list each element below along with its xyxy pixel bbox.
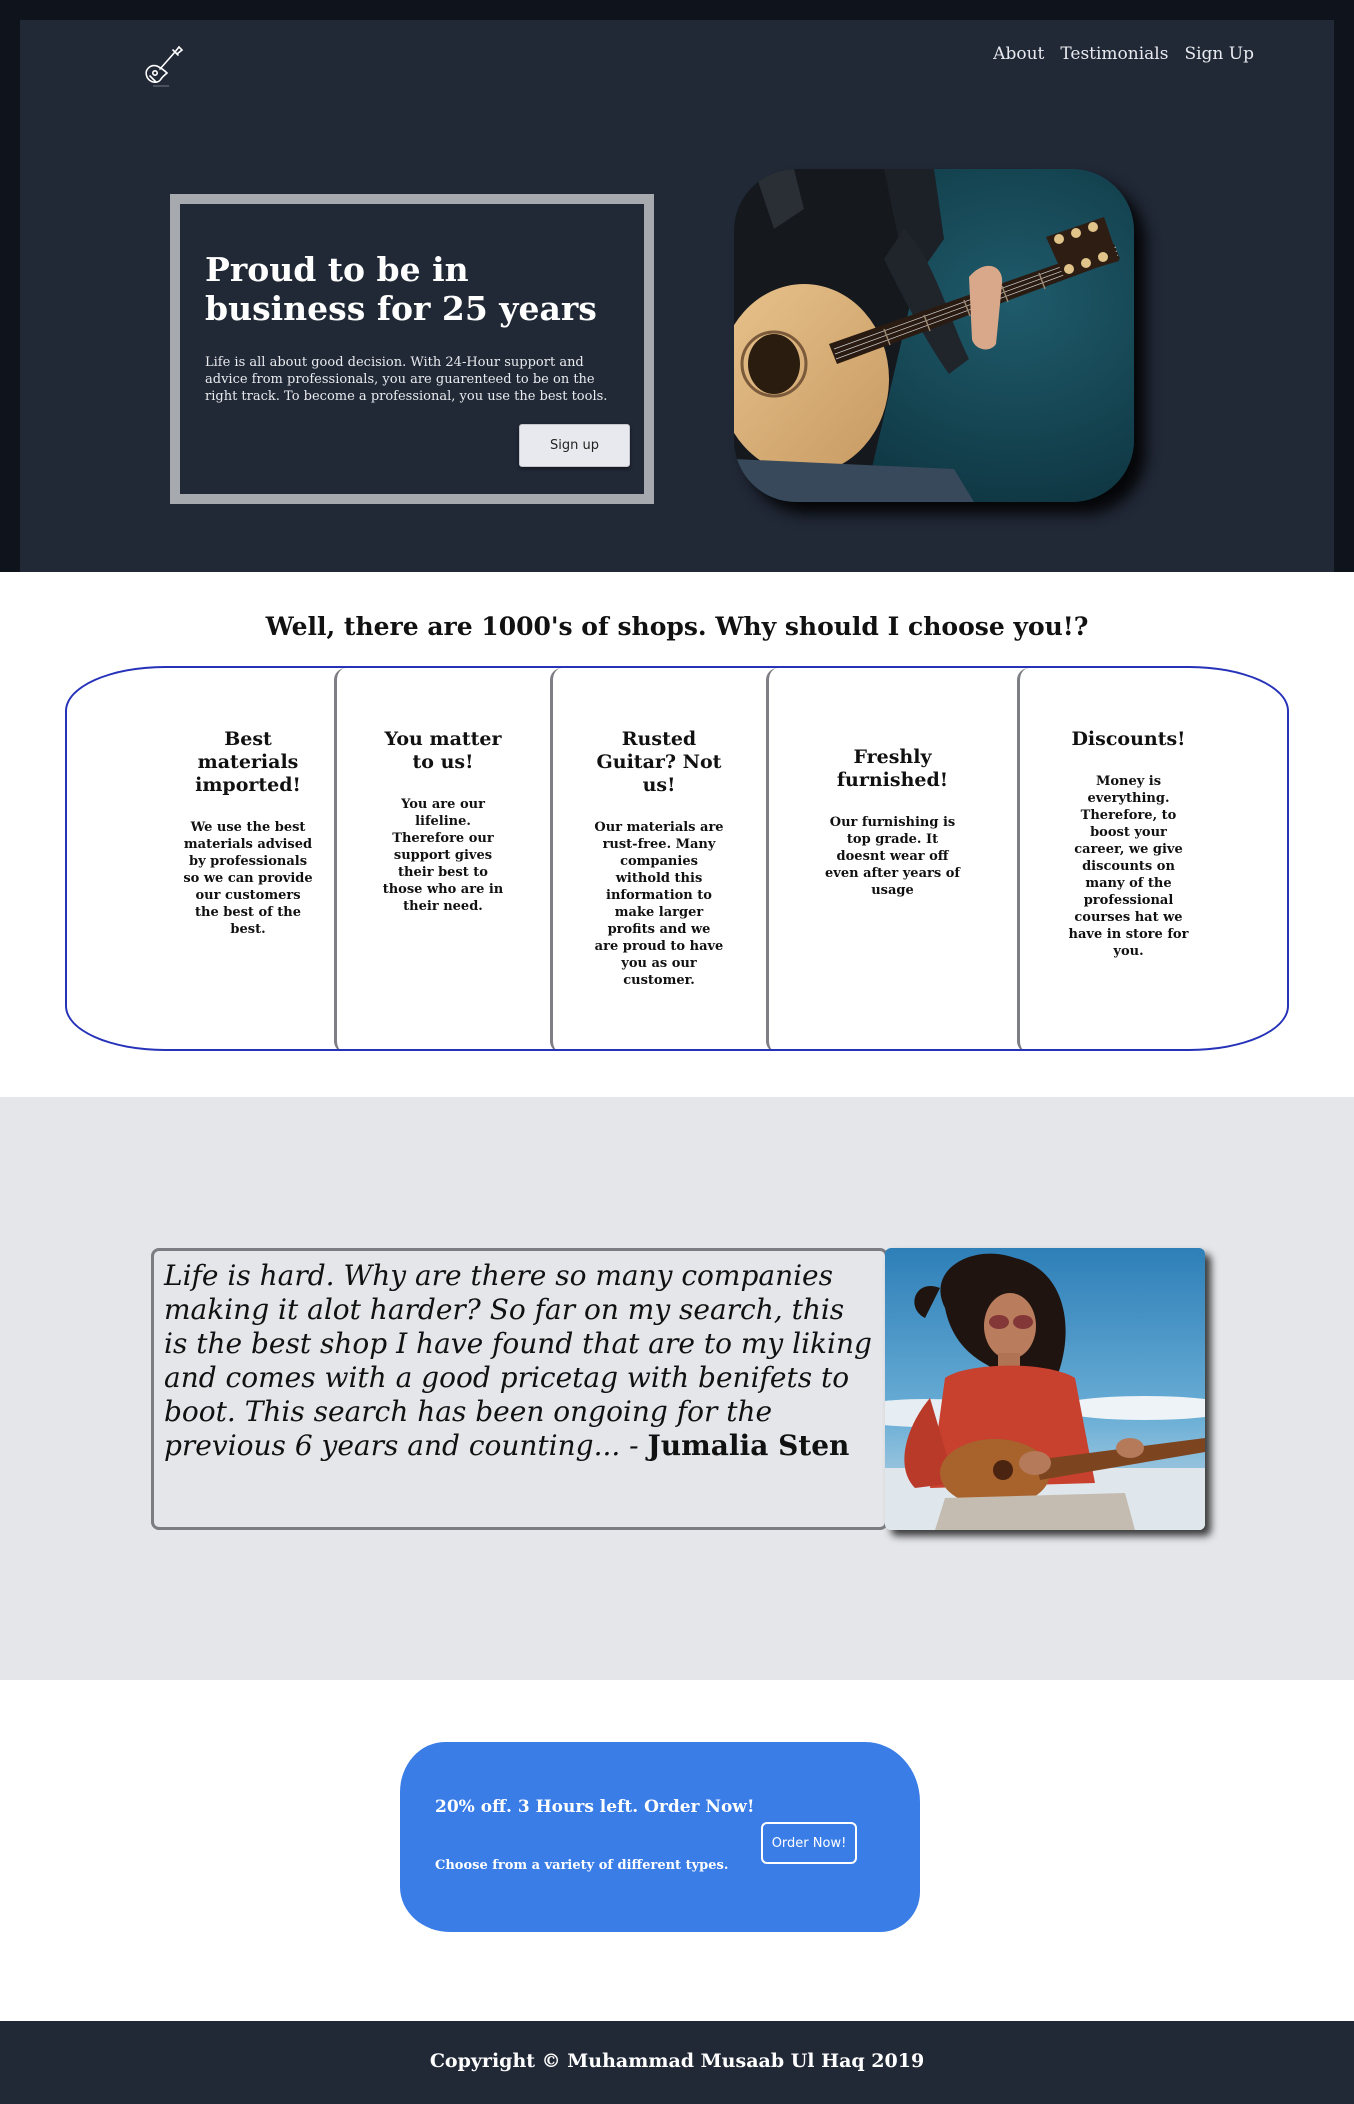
feature-text: Our materials are rust-free. Many compan… bbox=[594, 820, 724, 988]
feature-title: Freshly furnished! bbox=[836, 746, 949, 791]
promo-banner: 20% off. 3 Hours left. Order Now! Choose… bbox=[400, 1742, 920, 1932]
nav-about-link[interactable]: About bbox=[993, 44, 1044, 64]
testimonial-section: Life is hard. Why are there so many comp… bbox=[0, 1097, 1354, 1680]
feature-card: You matter to us! You are our lifeline. … bbox=[334, 668, 549, 1049]
guitar-icon[interactable] bbox=[133, 32, 193, 92]
signup-button[interactable]: Sign up bbox=[519, 424, 630, 467]
feature-card: Freshly furnished! Our furnishing is top… bbox=[766, 668, 1016, 1049]
feature-title: Rusted Guitar? Not us! bbox=[596, 728, 722, 796]
feature-card: Rusted Guitar? Not us! Our materials are… bbox=[550, 668, 765, 1049]
nav-testimonials-link[interactable]: Testimonials bbox=[1060, 44, 1168, 64]
feature-text: Money is everything. Therefore, to boost… bbox=[1068, 774, 1189, 959]
footer: Copyright © Muhammad Musaab Ul Haq 2019 bbox=[0, 2021, 1354, 2104]
feature-card: Discounts! Money is everything. Therefor… bbox=[1017, 668, 1237, 1049]
feature-text: We use the best materials advised by pro… bbox=[183, 820, 313, 937]
quote-author: Jumalia Sten bbox=[647, 1429, 850, 1462]
guitarist-photo bbox=[734, 169, 1134, 502]
testimonial-card: Life is hard. Why are there so many comp… bbox=[151, 1248, 888, 1530]
feature-text: Our furnishing is top grade. It doesnt w… bbox=[825, 815, 960, 898]
feature-title: Discounts! bbox=[1071, 728, 1186, 750]
why-section-title: Well, there are 1000's of shops. Why sho… bbox=[265, 612, 1089, 641]
nav-signup-link[interactable]: Sign Up bbox=[1184, 44, 1254, 64]
footer-copyright: Copyright © Muhammad Musaab Ul Haq 2019 bbox=[429, 2050, 925, 2072]
feature-title: Best materials imported! bbox=[195, 728, 301, 796]
top-frame: About Testimonials Sign Up Proud to be i… bbox=[0, 0, 1354, 572]
hero-title: Proud to be in business for 25 years bbox=[205, 250, 597, 328]
top-nav: About Testimonials Sign Up bbox=[993, 44, 1254, 64]
feature-text: You are our lifeline. Therefore our supp… bbox=[382, 797, 504, 914]
feature-card: Best materials imported! We use the best… bbox=[163, 668, 333, 1049]
hero-text: Life is all about good decision. With 24… bbox=[205, 355, 608, 404]
hero-section: About Testimonials Sign Up Proud to be i… bbox=[20, 20, 1334, 572]
promo-subtitle: Choose from a variety of different types… bbox=[435, 1858, 729, 1873]
promo-title: 20% off. 3 Hours left. Order Now! bbox=[435, 1797, 755, 1817]
testimonial-photo bbox=[885, 1248, 1205, 1530]
hero-card: Proud to be in business for 25 years Lif… bbox=[170, 194, 654, 504]
testimonial-quote: Life is hard. Why are there so many comp… bbox=[164, 1259, 875, 1463]
features-panel: Best materials imported! We use the best… bbox=[65, 666, 1289, 1051]
order-now-button[interactable]: Order Now! bbox=[761, 1822, 857, 1864]
feature-title: You matter to us! bbox=[384, 728, 502, 773]
